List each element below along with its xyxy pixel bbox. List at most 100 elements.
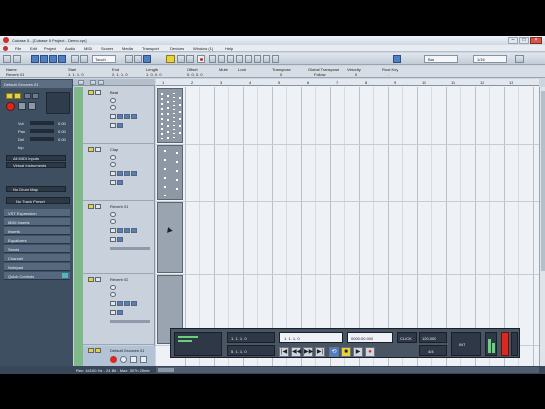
info-value-offset[interactable]: 0. 0. 0. 0 bbox=[187, 72, 203, 77]
inspector-mute-button[interactable] bbox=[6, 93, 13, 99]
master-fader-strip[interactable] bbox=[511, 332, 518, 356]
inspector-output-routing[interactable]: Virtual Instruments bbox=[6, 162, 66, 168]
track-lock-button[interactable] bbox=[131, 301, 137, 306]
secondary-time-display[interactable]: 0000:00.000 bbox=[347, 332, 393, 343]
constrain-delay-button[interactable] bbox=[13, 55, 21, 63]
menu-midi[interactable]: MIDI bbox=[84, 46, 92, 51]
inspector-track-preset-select[interactable]: No Track Preset bbox=[6, 197, 70, 204]
signature-display[interactable]: 4/4 bbox=[419, 345, 447, 356]
track-lock-button[interactable] bbox=[131, 228, 137, 233]
activate-project-button[interactable] bbox=[3, 55, 11, 63]
track-lock-button[interactable] bbox=[131, 171, 137, 176]
event-reverb-01[interactable] bbox=[157, 202, 183, 273]
stop-button[interactable] bbox=[71, 55, 79, 63]
track-row[interactable]: Reverb 01 bbox=[83, 202, 155, 274]
cycle-toggle-button[interactable]: ⟲ bbox=[329, 347, 339, 357]
menu-window[interactable]: Window (1) bbox=[193, 46, 213, 51]
maximize-button[interactable]: □ bbox=[519, 37, 529, 44]
track-monitor-button[interactable] bbox=[110, 292, 116, 297]
track-freeze-button[interactable] bbox=[110, 180, 116, 185]
line-tool[interactable] bbox=[254, 55, 261, 63]
track-monitor-button[interactable] bbox=[110, 105, 116, 110]
right-locator-display[interactable]: 5. 1. 1. 0 bbox=[227, 345, 275, 356]
horizontal-scrollbar[interactable] bbox=[156, 367, 539, 373]
object-select-tool[interactable] bbox=[166, 55, 175, 63]
track-solo-button[interactable] bbox=[95, 348, 101, 353]
track-monitor-button[interactable] bbox=[110, 219, 116, 224]
infoline-toggle-icon[interactable] bbox=[40, 55, 48, 63]
track-freeze-button[interactable] bbox=[110, 310, 116, 315]
zoom-tool[interactable] bbox=[227, 55, 234, 63]
close-button[interactable]: × bbox=[530, 37, 542, 44]
track-solo-button[interactable] bbox=[95, 90, 101, 95]
vertical-scrollbar[interactable] bbox=[539, 87, 545, 366]
track-name[interactable]: Reverb 01 bbox=[110, 204, 128, 209]
info-value-name[interactable]: Reverb 01 bbox=[6, 72, 24, 77]
overview-toggle-icon[interactable] bbox=[49, 55, 57, 63]
inspector-input-routing[interactable]: All MIDI Inputs bbox=[6, 155, 66, 161]
menu-transport[interactable]: Transport bbox=[142, 46, 159, 51]
inspector-section-quick-controls[interactable]: Quick Controls bbox=[4, 272, 70, 280]
track-lock-button[interactable] bbox=[131, 114, 137, 119]
midi-part-clap[interactable] bbox=[157, 145, 183, 200]
track-write-button[interactable] bbox=[117, 301, 123, 306]
glue-tool[interactable] bbox=[209, 55, 216, 63]
menu-help[interactable]: Help bbox=[225, 46, 233, 51]
inspector-track-header[interactable]: Default Grooves 01 bbox=[1, 80, 72, 88]
info-value-length[interactable]: 1. 0. 0. 0 bbox=[146, 72, 162, 77]
add-track-button[interactable] bbox=[78, 80, 84, 85]
track-mute-button[interactable] bbox=[88, 90, 94, 95]
track-edit-button[interactable] bbox=[124, 301, 130, 306]
track-freeze-button[interactable] bbox=[110, 123, 116, 128]
quick-controls-icon[interactable] bbox=[62, 273, 68, 278]
inspector-record-enable-button[interactable] bbox=[6, 102, 15, 111]
track-name[interactable]: Clap bbox=[110, 147, 118, 152]
menu-media[interactable]: Media bbox=[122, 46, 133, 51]
inspector-pan-fader[interactable] bbox=[30, 129, 54, 133]
track-edit-button[interactable] bbox=[124, 171, 130, 176]
track-row[interactable]: Clap bbox=[83, 145, 155, 201]
inspector-delay-fader[interactable] bbox=[30, 137, 54, 141]
tempo-display[interactable]: 120.000 bbox=[419, 332, 447, 343]
track-edit-button[interactable] bbox=[124, 114, 130, 119]
track-record-button[interactable] bbox=[110, 212, 116, 217]
inspector-write-button[interactable] bbox=[32, 93, 39, 99]
vertical-scroll-thumb[interactable] bbox=[541, 91, 545, 271]
menu-edit[interactable]: Edit bbox=[30, 46, 37, 51]
track-solo-button[interactable] bbox=[95, 147, 101, 152]
track-record-enable-icon[interactable] bbox=[110, 356, 117, 363]
pool-toggle-icon[interactable] bbox=[58, 55, 66, 63]
info-value-end[interactable]: 2. 1. 1. 0 bbox=[112, 72, 128, 77]
info-value-transpose[interactable]: 0 bbox=[280, 72, 282, 77]
track-settings-icon[interactable] bbox=[140, 356, 147, 363]
track-read-button[interactable] bbox=[110, 171, 116, 176]
track-monitor-icon[interactable] bbox=[120, 356, 127, 363]
track-write-button[interactable] bbox=[117, 114, 123, 119]
info-value-start[interactable]: 1. 1. 1. 0 bbox=[68, 72, 84, 77]
track-solo-button[interactable] bbox=[95, 204, 101, 209]
left-locator-display[interactable]: 1. 1. 1. 0 bbox=[227, 332, 275, 343]
rewind-button[interactable]: ◀◀ bbox=[291, 347, 301, 357]
track-monitor-button[interactable] bbox=[110, 162, 116, 167]
color-tool[interactable] bbox=[272, 55, 279, 63]
split-tool[interactable] bbox=[186, 55, 194, 63]
app-menu-icon[interactable] bbox=[3, 46, 8, 51]
click-button[interactable]: CLICK bbox=[397, 332, 417, 343]
inspector-vol-value[interactable]: 0.00 bbox=[58, 121, 66, 126]
inspector-delay-value[interactable]: 0.00 bbox=[58, 137, 66, 142]
horizontal-scroll-thumb[interactable] bbox=[158, 368, 174, 372]
stop-transport-button[interactable]: ■ bbox=[341, 347, 351, 357]
sync-display[interactable]: INT bbox=[451, 332, 481, 356]
info-value-global-transpose[interactable]: Follow bbox=[314, 72, 326, 77]
track-mute-button[interactable] bbox=[88, 147, 94, 152]
track-row-selected[interactable]: Default Grooves 01 bbox=[83, 346, 155, 366]
inspector-read-button[interactable] bbox=[24, 93, 31, 99]
play-transport-button[interactable]: ▶ bbox=[353, 347, 363, 357]
menu-project[interactable]: Project bbox=[44, 46, 56, 51]
cycle-button[interactable] bbox=[134, 55, 142, 63]
automation-mode-select[interactable]: Touch bbox=[92, 55, 116, 63]
track-row[interactable]: Reverb 02 bbox=[83, 275, 155, 345]
inspector-vol-fader[interactable] bbox=[30, 121, 54, 125]
track-record-button[interactable] bbox=[110, 155, 116, 160]
grid-type-select[interactable]: Bar bbox=[424, 55, 458, 63]
